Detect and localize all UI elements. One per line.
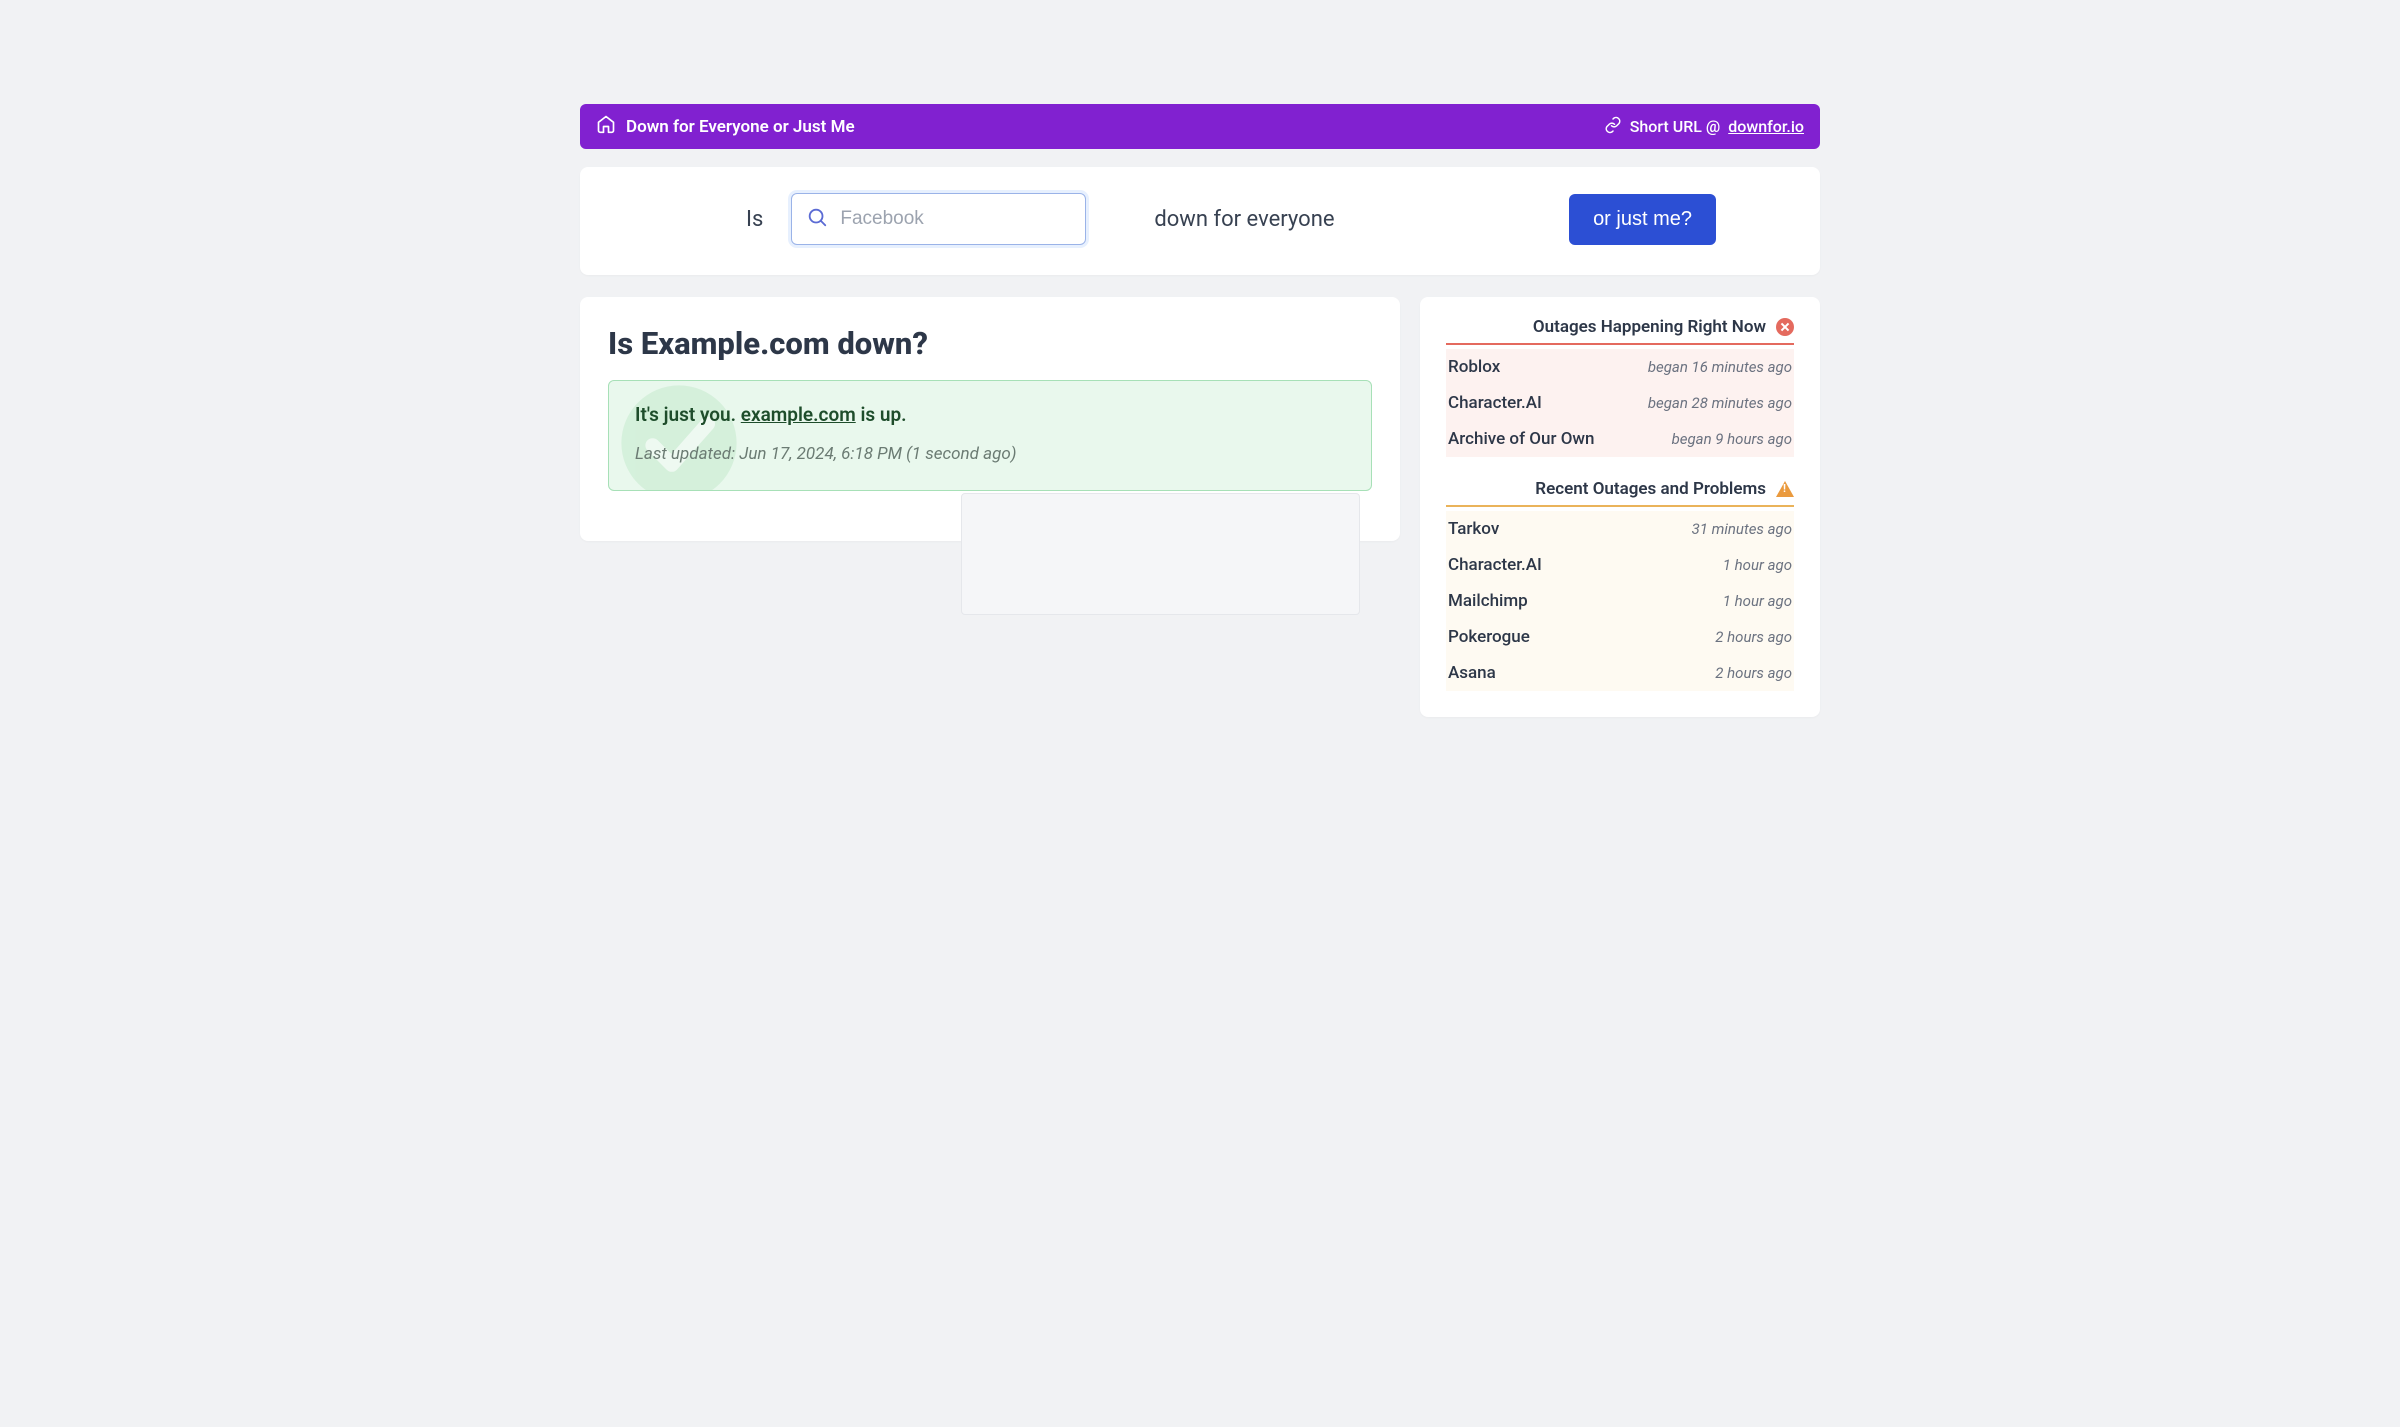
outages-now-list: Robloxbegan 16 minutes ago Character.AIb…	[1446, 349, 1794, 457]
check-button[interactable]: or just me?	[1569, 194, 1716, 245]
checkmark-icon	[619, 383, 739, 491]
status-domain-link[interactable]: example.com	[741, 403, 856, 426]
outages-sidebar: Outages Happening Right Now Robloxbegan …	[1420, 297, 1820, 717]
result-card: Is Example.com down? It's just you. exam…	[580, 297, 1400, 541]
close-icon	[1776, 318, 1794, 336]
list-item[interactable]: Mailchimp1 hour ago	[1446, 583, 1794, 619]
warning-icon	[1776, 481, 1794, 497]
list-item[interactable]: Character.AI1 hour ago	[1446, 547, 1794, 583]
list-item[interactable]: Asana2 hours ago	[1446, 655, 1794, 691]
link-icon	[1604, 116, 1622, 138]
status-box: It's just you. example.com is up. Last u…	[608, 380, 1372, 491]
page-title: Is Example.com down?	[608, 325, 1372, 362]
short-url-link[interactable]: downfor.io	[1728, 117, 1804, 136]
recent-outages-title: Recent Outages and Problems	[1535, 479, 1766, 499]
status-prefix: It's just you.	[635, 403, 741, 426]
recent-outages-header: Recent Outages and Problems	[1446, 479, 1794, 507]
list-item[interactable]: Character.AIbegan 28 minutes ago	[1446, 385, 1794, 421]
search-input[interactable]	[840, 208, 1071, 230]
site-title[interactable]: Down for Everyone or Just Me	[626, 117, 855, 137]
recent-outages-list: Tarkov31 minutes ago Character.AI1 hour …	[1446, 511, 1794, 691]
list-item[interactable]: Archive of Our Ownbegan 9 hours ago	[1446, 421, 1794, 457]
outages-now-title: Outages Happening Right Now	[1533, 317, 1766, 337]
is-label: Is	[746, 207, 763, 232]
ad-placeholder	[961, 493, 1360, 615]
list-item[interactable]: Pokerogue2 hours ago	[1446, 619, 1794, 655]
search-icon	[806, 206, 828, 232]
list-item[interactable]: Robloxbegan 16 minutes ago	[1446, 349, 1794, 385]
home-icon[interactable]	[596, 114, 616, 139]
status-suffix: is up.	[856, 403, 907, 426]
outages-now-header: Outages Happening Right Now	[1446, 317, 1794, 345]
short-url-block: Short URL @ downfor.io	[1604, 116, 1804, 138]
down-for-everyone-label: down for everyone	[1154, 207, 1334, 232]
last-updated: Last updated: Jun 17, 2024, 6:18 PM (1 s…	[635, 444, 1345, 464]
search-box[interactable]	[791, 193, 1086, 245]
list-item[interactable]: Tarkov31 minutes ago	[1446, 511, 1794, 547]
search-card: Is down for everyone or just me?	[580, 167, 1820, 275]
header-bar: Down for Everyone or Just Me Short URL @…	[580, 104, 1820, 149]
short-url-prefix: Short URL @	[1630, 117, 1721, 136]
